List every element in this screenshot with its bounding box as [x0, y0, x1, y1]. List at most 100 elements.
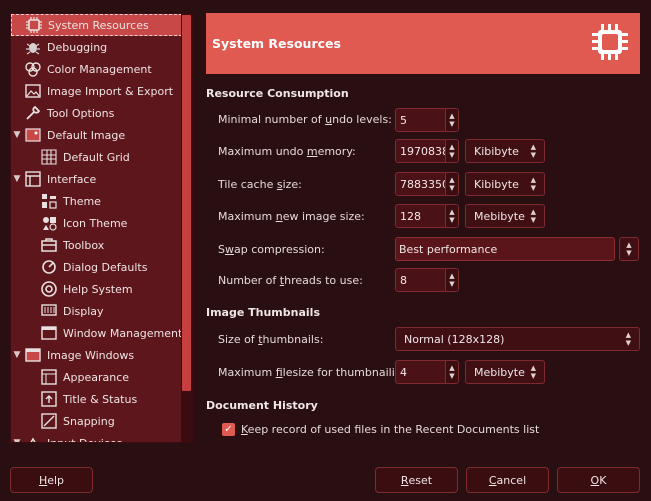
sidebar-item-label: Image Windows [47, 348, 135, 362]
sidebar-item-label: Default Grid [63, 150, 130, 164]
sidebar-item-icon-theme[interactable]: Icon Theme [39, 212, 127, 234]
sidebar-item-image-import-export[interactable]: Image Import & Export [23, 80, 173, 102]
history-section-title: Document History [206, 399, 318, 412]
sidebar-item-theme[interactable]: Theme [39, 190, 101, 212]
spinner-arrows-icon[interactable]: ▲ ▼ [445, 140, 458, 162]
max-image-size-spinner[interactable]: 128 ▲ ▼ [395, 204, 459, 228]
page-title: System Resources [212, 36, 341, 51]
sidebar-item-label: Dialog Defaults [63, 260, 148, 274]
tile-cache-unit-select[interactable]: Kibibyte ▲ ▼ [465, 172, 545, 196]
sidebar-item-debugging[interactable]: Debugging [23, 36, 107, 58]
spinner-arrows-icon[interactable]: ▲ ▼ [445, 173, 458, 195]
spinner-arrows-icon[interactable]: ▲ ▼ [445, 269, 458, 291]
expander-triangle-icon[interactable]: ▼ [11, 173, 23, 185]
undo-memory-spinner[interactable]: 1970838 ▲ ▼ [395, 139, 459, 163]
reset-button[interactable]: Reset [375, 467, 458, 493]
tile-cache-unit: Kibibyte [474, 177, 519, 191]
sidebar-item-dialog-defaults[interactable]: Dialog Defaults [39, 256, 147, 278]
theme-icon [39, 191, 59, 211]
expander-triangle-icon[interactable]: ▼ [11, 349, 23, 361]
swap-compression-value[interactable]: Best performance [399, 243, 497, 256]
sidebar-scrollbar-thumb[interactable] [182, 15, 191, 391]
sidebar-item-label: Help System [63, 282, 133, 296]
snap-icon [39, 411, 59, 431]
sidebar-item-window-management[interactable]: Window Management [39, 322, 182, 344]
tile-cache-spinner[interactable]: 7883350 ▲ ▼ [395, 172, 459, 196]
sidebar-item-input-devices[interactable]: ▼ Input Devices [11, 432, 122, 442]
thumbnail-filesize-unit: Mebibyte [474, 365, 525, 379]
sidebar-item-system-resources[interactable]: System Resources [11, 14, 182, 36]
sidebar-item-label: Color Management [47, 62, 152, 76]
sidebar-item-default-image[interactable]: ▼ Default Image [11, 124, 125, 146]
sidebar-item-label: Toolbox [63, 238, 105, 252]
swap-compression-dropdown-button[interactable]: ▲ ▼ [619, 237, 639, 261]
preferences-category-tree[interactable]: System Resources Debugging Color Managemen… [10, 13, 193, 443]
sidebar-item-help-system[interactable]: Help System [39, 278, 133, 300]
sidebar-item-label: Debugging [47, 40, 108, 54]
undo-memory-unit: Kibibyte [474, 144, 519, 158]
updown-caret-icon: ▲ ▼ [530, 364, 536, 380]
sidebar-scrollbar[interactable] [181, 14, 192, 442]
sidebar-item-snapping[interactable]: Snapping [39, 410, 115, 432]
updown-caret-icon: ▲ ▼ [530, 143, 536, 159]
spinner-arrows-icon[interactable]: ▲ ▼ [445, 205, 458, 227]
sidebar-item-label: System Resources [48, 18, 149, 32]
sidebar-item-image-windows[interactable]: ▼ Image Windows [11, 344, 134, 366]
sidebar-item-color-management[interactable]: Color Management [23, 58, 152, 80]
debug-icon [23, 37, 43, 57]
max-image-size-unit-select[interactable]: Mebibyte ▲ ▼ [465, 204, 545, 228]
sidebar-item-label: Default Image [47, 128, 126, 142]
thumbnail-filesize-unit-select[interactable]: Mebibyte ▲ ▼ [465, 360, 545, 384]
help-button[interactable]: Help [10, 467, 93, 493]
resource-section-title: Resource Consumption [206, 87, 349, 100]
image-icon [23, 125, 43, 145]
updown-caret-icon: ▲ ▼ [530, 176, 536, 192]
interface-icon [23, 169, 43, 189]
keep-record-checkbox[interactable]: ✓ [222, 423, 235, 436]
threads-value[interactable]: 8 [396, 269, 445, 291]
sidebar-item-toolbox[interactable]: Toolbox [39, 234, 104, 256]
sidebar-item-label: Icon Theme [63, 216, 128, 230]
thumbnail-size-label: Size of thumbnails: [218, 333, 324, 346]
spinner-arrows-icon[interactable]: ▲ ▼ [445, 361, 458, 383]
thumbnail-size-select[interactable]: Normal (128x128) ▲ ▼ [395, 327, 640, 351]
updown-caret-icon: ▲ ▼ [626, 241, 632, 257]
chip-icon [588, 20, 632, 67]
swap-compression-input[interactable]: Best performance [395, 237, 615, 261]
sidebar-item-appearance[interactable]: Appearance [39, 366, 129, 388]
tile-cache-value[interactable]: 7883350 [396, 173, 445, 195]
undo-levels-value[interactable]: 5 [396, 109, 445, 131]
expander-triangle-icon[interactable]: ▼ [11, 437, 23, 442]
thumbnail-filesize-spinner[interactable]: 4 ▲ ▼ [395, 360, 459, 384]
threads-spinner[interactable]: 8 ▲ ▼ [395, 268, 459, 292]
toolbox-icon [39, 235, 59, 255]
sidebar-item-default-grid[interactable]: Default Grid [39, 146, 130, 168]
page-banner: System Resources [206, 13, 640, 74]
undo-levels-spinner[interactable]: 5 ▲ ▼ [395, 108, 459, 132]
undo-memory-unit-select[interactable]: Kibibyte ▲ ▼ [465, 139, 545, 163]
thumbnail-filesize-value[interactable]: 4 [396, 361, 445, 383]
appearance-icon [39, 367, 59, 387]
max-image-size-label: Maximum new image size: [218, 210, 365, 223]
cancel-button[interactable]: Cancel [466, 467, 549, 493]
sidebar-item-label: Window Management [63, 326, 183, 340]
thumbnail-size-value: Normal (128x128) [404, 332, 505, 346]
expander-triangle-icon[interactable]: ▼ [11, 129, 23, 141]
grid-icon [39, 147, 59, 167]
sidebar-item-interface[interactable]: ▼ Interface [11, 168, 96, 190]
updown-caret-icon: ▲ ▼ [625, 331, 631, 347]
spinner-arrows-icon[interactable]: ▲ ▼ [445, 109, 458, 131]
keep-record-label[interactable]: Keep record of used files in the Recent … [241, 423, 539, 436]
help-icon [39, 279, 59, 299]
title-icon [39, 389, 59, 409]
thumbnails-section-title: Image Thumbnails [206, 306, 320, 319]
sidebar-item-tool-options[interactable]: Tool Options [23, 102, 114, 124]
undo-memory-value[interactable]: 1970838 [396, 140, 445, 162]
undo-memory-label: Maximum undo memory: [218, 145, 356, 158]
max-image-size-unit: Mebibyte [474, 209, 525, 223]
sidebar-item-display[interactable]: Display [39, 300, 104, 322]
sidebar-item-title-status[interactable]: Title & Status [39, 388, 137, 410]
ok-button[interactable]: OK [557, 467, 640, 493]
max-image-size-value[interactable]: 128 [396, 205, 445, 227]
sidebar-item-label: Tool Options [47, 106, 115, 120]
